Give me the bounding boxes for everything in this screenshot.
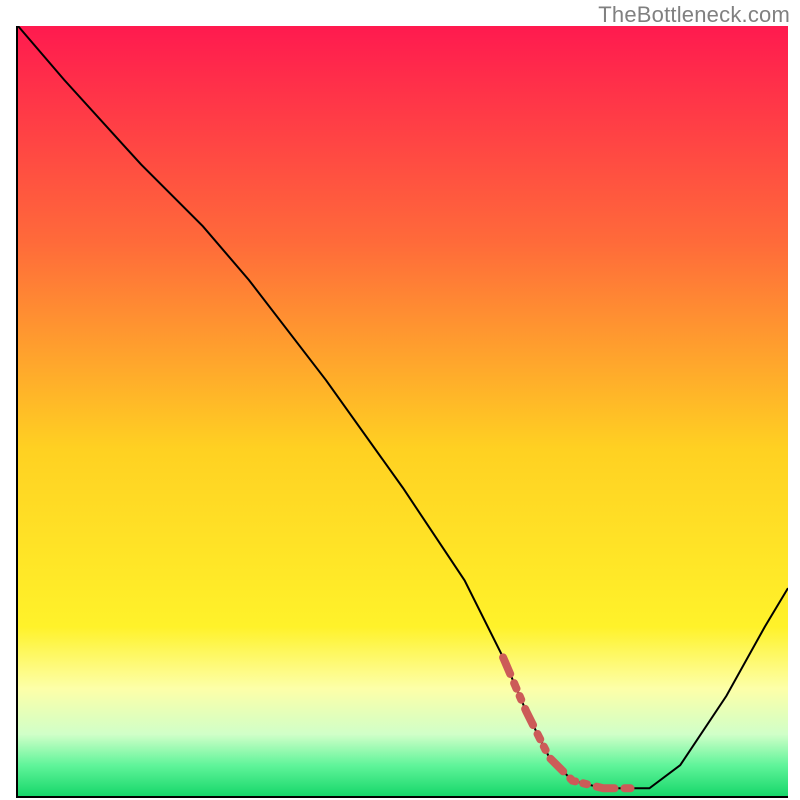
gradient-background [18, 26, 788, 796]
plot-svg [18, 26, 788, 796]
watermark-text: TheBottleneck.com [598, 2, 790, 28]
chart-container: TheBottleneck.com [0, 0, 800, 800]
plot-area [16, 26, 788, 798]
